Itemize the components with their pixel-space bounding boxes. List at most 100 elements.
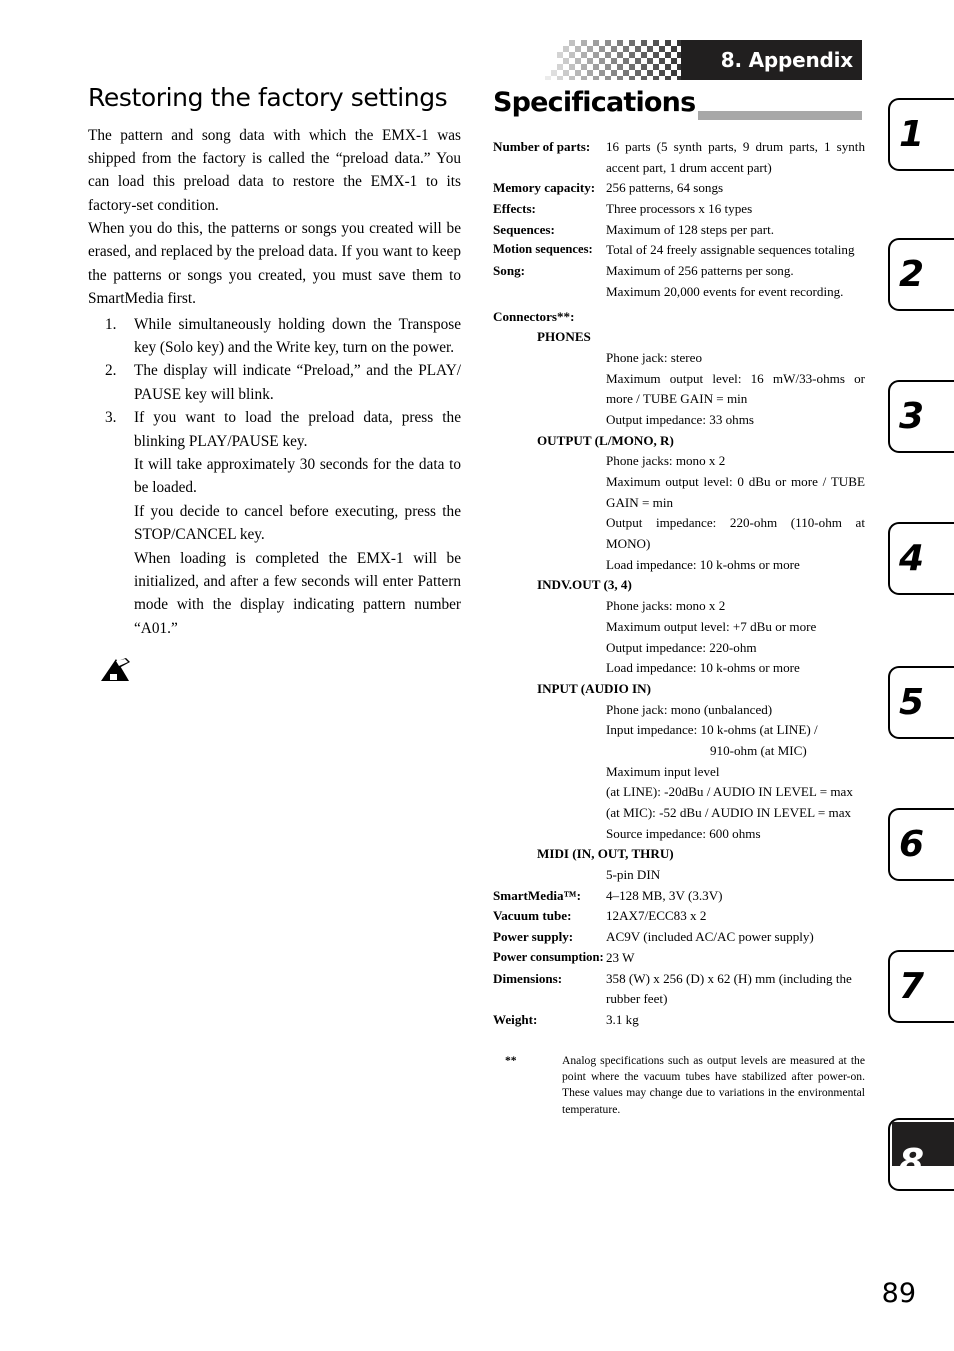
intro-paragraph-2: When you do this, the patterns or songs … [88, 220, 461, 308]
chapter-tab-label: 1 [899, 113, 925, 155]
chapter-title: 8. Appendix [720, 48, 853, 72]
connector-group-midi: MIDI (IN, OUT, THRU) [537, 846, 674, 862]
spec-value: 4–128 MB, 3V (3.3V) [606, 887, 723, 903]
connector-detail: Output impedance: 220-ohm (110-ohm at MO… [606, 515, 865, 552]
connector-detail: Output impedance: 33 ohms [606, 411, 755, 427]
list-item-text: While simultaneously holding down the Tr… [134, 315, 461, 357]
checker-cell [665, 76, 671, 80]
connector-detail: Maximum output level: 16 mW/33-ohms or m… [606, 370, 865, 407]
table-row: Memory capacity: 256 patterns, 64 songs [493, 178, 865, 199]
checker-cell [641, 76, 647, 80]
chapter-tab-1[interactable]: 1 [888, 98, 954, 171]
table-row: Motion sequences: Total of 24 freely ass… [493, 240, 865, 261]
chapter-tab-label: 5 [899, 681, 925, 723]
spec-label: Number of parts: [493, 139, 591, 154]
connector-detail: Load impedance: 10 k-ohms or more [606, 556, 800, 572]
chapter-tab-5[interactable]: 5 [888, 666, 954, 739]
table-row: SmartMedia™: 4–128 MB, 3V (3.3V) [493, 886, 865, 907]
connector-detail: Output impedance: 220-ohm [606, 639, 757, 655]
spec-value-continuation: rubber feet) [606, 991, 668, 1007]
spec-value: 256 patterns, 64 songs [606, 180, 724, 196]
connector-detail: (at LINE): -20dBu / AUDIO IN LEVEL = max [606, 784, 853, 800]
note-icon-container [99, 656, 461, 689]
checker-cell [605, 76, 611, 80]
spec-label: SmartMedia™: [493, 887, 581, 903]
list-item: 2. The display will indicate “Preload,” … [88, 359, 461, 406]
checker-cell [581, 76, 587, 80]
spec-label: Motion sequences: [493, 242, 593, 257]
list-item-text: If you want to load the preload data, pr… [134, 409, 461, 450]
list-item-text: The display will indicate “Preload,” and… [134, 362, 461, 403]
section-title: Specifications [493, 86, 699, 120]
connector-detail: Phone jacks: mono x 2 [606, 453, 726, 469]
procedure-list: 1. While simultaneously holding down the… [88, 313, 461, 640]
chapter-tab-label: 4 [899, 537, 925, 579]
spec-value: 3.1 kg [606, 1011, 639, 1027]
chapter-tab-label: 8 [899, 1142, 925, 1183]
checker-cell [629, 76, 635, 80]
spec-value-continuation: Maximum 20,000 events for event recordin… [606, 283, 844, 299]
right-spec-column: 8. Appendix Specifications Number of par… [493, 35, 865, 1118]
chapter-tab-label: 6 [899, 823, 925, 865]
chapter-tab-6[interactable]: 6 [888, 808, 954, 881]
table-row: Vacuum tube: 12AX7/ECC83 x 2 [493, 906, 865, 927]
table-row: Effects: Three processors x 16 types [493, 199, 865, 220]
spec-value: Three processors x 16 types [606, 201, 753, 217]
footnote: ** Analog specifications such as output … [493, 1053, 865, 1119]
spec-value: Maximum of 256 patterns per song. [606, 263, 794, 279]
chapter-tab-2[interactable]: 2 [888, 238, 954, 311]
spec-label: Power consumption: [493, 949, 604, 964]
connector-detail: Load impedance: 10 k-ohms or more [606, 660, 800, 676]
connector-group-output: OUTPUT (L/MONO, R) [537, 432, 674, 448]
checker-cell [545, 76, 551, 80]
spec-label: Song: [493, 263, 526, 279]
chapter-tab-4[interactable]: 4 [888, 522, 954, 595]
connector-group-input: INPUT (AUDIO IN) [537, 680, 651, 696]
connector-detail: 5-pin DIN [606, 867, 661, 883]
chapter-tab-label: 3 [899, 395, 925, 437]
page-title: Restoring the factory settings [88, 83, 448, 112]
list-item-subtext: It will take approximately 30 seconds fo… [134, 455, 461, 497]
checker-cell [557, 76, 563, 80]
connector-detail: (at MIC): -52 dBu / AUDIO IN LEVEL = max [606, 805, 852, 820]
table-row: Power supply: AC9V (included AC/AC power… [493, 927, 865, 948]
checker-cell [569, 76, 575, 80]
table-row: Song: Maximum of 256 patterns per song. [493, 261, 865, 282]
spec-label: Dimensions: [493, 970, 563, 986]
checker-fade [681, 40, 711, 80]
connector-detail: Source impedance: 600 ohms [606, 825, 761, 841]
spec-value: 16 parts (5 synth parts, 9 drum parts, 1… [606, 139, 865, 175]
footnote-marker: ** [505, 1053, 517, 1067]
pen-note-icon [101, 658, 130, 682]
connector-detail: Phone jack: mono (unbalanced) [606, 701, 773, 717]
checker-cell [653, 76, 659, 80]
table-row: Power consumption: 23 W [493, 948, 865, 969]
connector-group-indvout: INDV.OUT (3, 4) [537, 577, 632, 593]
chapter-tab-3[interactable]: 3 [888, 380, 954, 453]
list-item-subtext: If you decide to cancel before executing… [134, 502, 461, 544]
connector-detail: Phone jack: stereo [606, 349, 702, 365]
table-row: Sequences: Maximum of 128 steps per part… [493, 220, 865, 241]
chapter-tab-label: 7 [899, 965, 925, 1007]
connector-detail: Input impedance: 10 k-ohms (at LINE) / [606, 722, 818, 738]
table-row: Dimensions: 358 (W) x 256 (D) x 62 (H) m… [493, 969, 865, 990]
footnote-text: Analog specifications such as output lev… [562, 1053, 865, 1116]
connector-detail: Maximum input level [606, 763, 720, 779]
connector-group-phones: PHONES [537, 329, 591, 345]
spec-value: 12AX7/ECC83 x 2 [606, 908, 707, 924]
intro-paragraph-1: The pattern and song data with which the… [88, 126, 461, 214]
chapter-tab-7[interactable]: 7 [888, 950, 954, 1023]
spec-label: Power supply: [493, 929, 574, 945]
list-item: 1. While simultaneously holding down the… [88, 313, 461, 360]
checker-cell [617, 76, 623, 80]
chapter-banner: 8. Appendix [493, 35, 865, 80]
spec-value: AC9V (included AC/AC power supply) [606, 929, 814, 945]
chapter-tab-8[interactable]: 8 [888, 1118, 954, 1191]
connector-detail: Maximum output level: +7 dBu or more [606, 618, 817, 634]
spec-value: Total of 24 freely assignable sequences … [606, 242, 855, 258]
left-text-column: Restoring the factory settings The patte… [88, 84, 461, 689]
chapter-tab-label: 2 [899, 253, 925, 295]
list-item-subtext: When loading is completed the EMX-1 will… [134, 549, 461, 637]
spec-label: Effects: [493, 201, 536, 217]
connector-detail: Phone jacks: mono x 2 [606, 598, 726, 614]
